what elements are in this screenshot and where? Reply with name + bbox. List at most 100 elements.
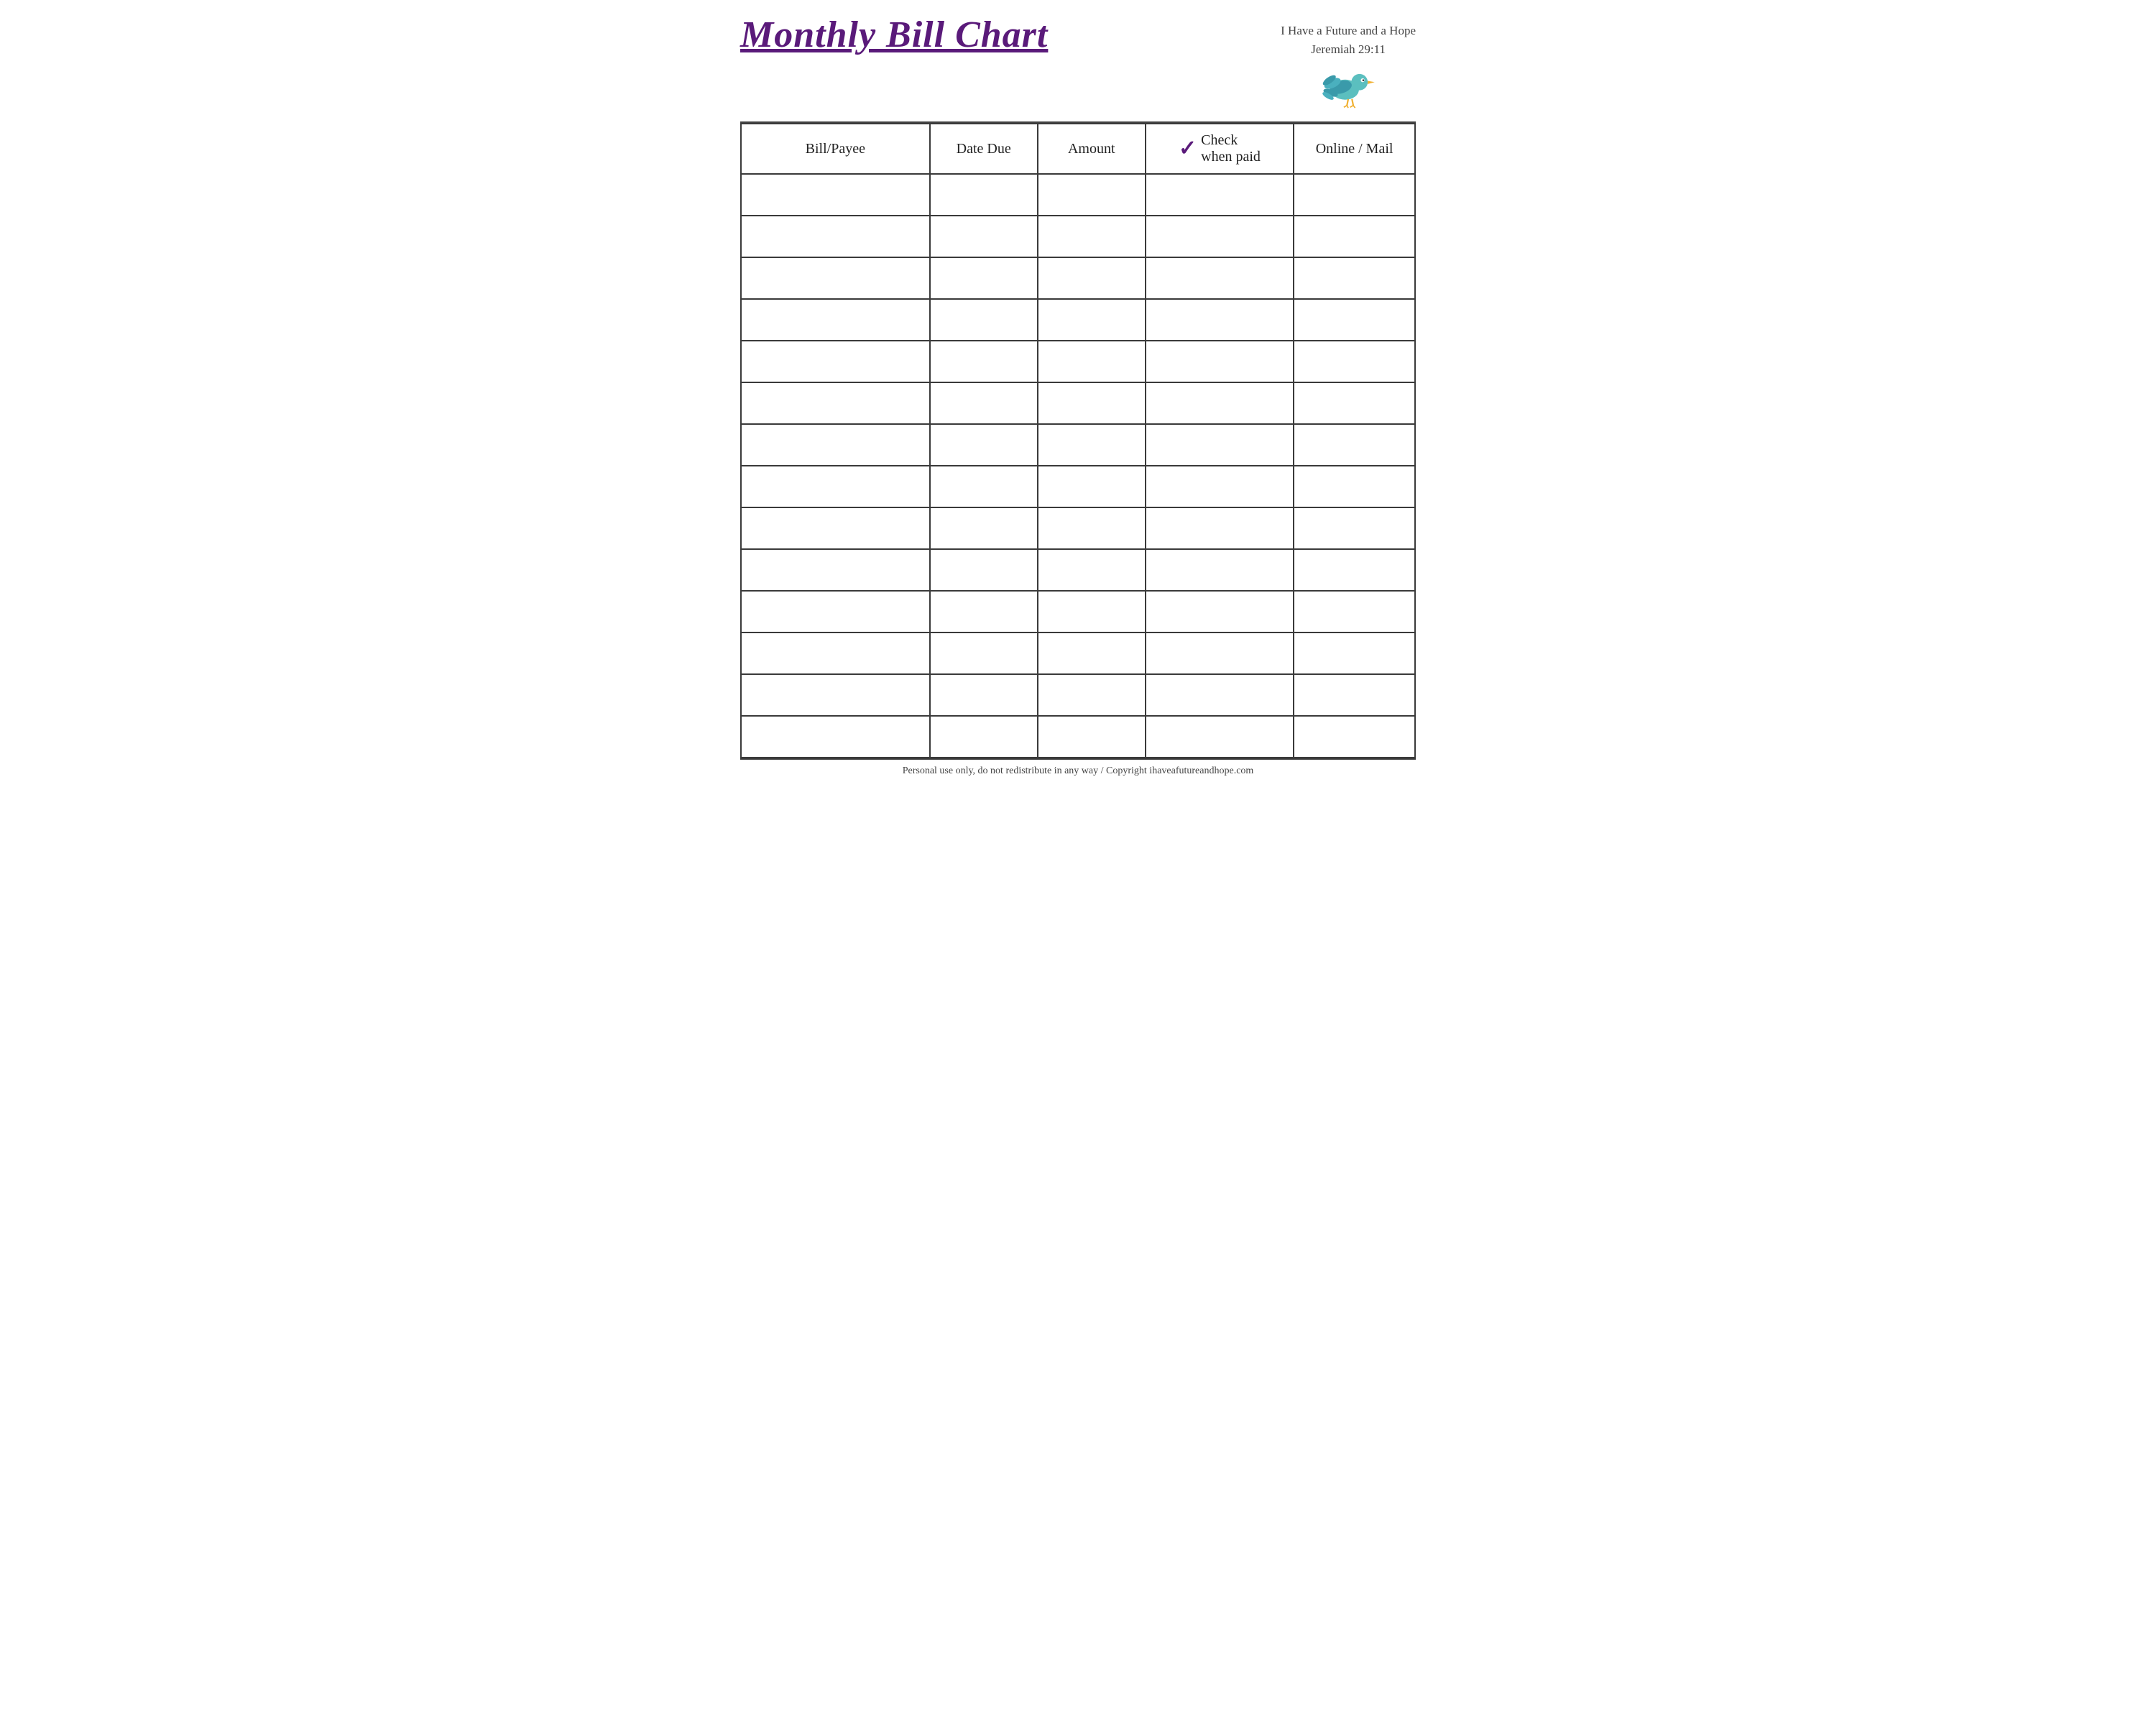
table-cell-row5-col1 [930,382,1038,424]
table-cell-row2-col3 [1146,257,1294,299]
table-row [741,674,1415,716]
table-cell-row5-col0 [741,382,930,424]
bird-icon [1316,58,1381,109]
table-cell-row4-col4 [1294,341,1415,382]
table-cell-row0-col4 [1294,174,1415,216]
table-cell-row4-col1 [930,341,1038,382]
table-cell-row8-col3 [1146,507,1294,549]
table-cell-row3-col2 [1038,299,1146,341]
page-footer: Personal use only, do not redistribute i… [740,758,1416,780]
table-cell-row5-col3 [1146,382,1294,424]
table-cell-row6-col0 [741,424,930,466]
table-cell-row7-col3 [1146,466,1294,507]
table-cell-row13-col0 [741,716,930,758]
table-cell-row12-col1 [930,674,1038,716]
table-cell-row13-col1 [930,716,1038,758]
check-line2: when paid [1201,149,1261,165]
table-row [741,341,1415,382]
table-cell-row10-col3 [1146,591,1294,632]
table-cell-row2-col2 [1038,257,1146,299]
table-cell-row0-col2 [1038,174,1146,216]
table-cell-row3-col3 [1146,299,1294,341]
table-cell-row11-col1 [930,632,1038,674]
check-header-content: ✓ Check when paid [1152,132,1287,165]
table-cell-row8-col4 [1294,507,1415,549]
check-when-paid-text: Check when paid [1201,132,1261,165]
table-cell-row9-col1 [930,549,1038,591]
table-cell-row0-col1 [930,174,1038,216]
table-header-row: Bill/Payee Date Due Amount ✓ Check when … [741,124,1415,174]
footer-text: Personal use only, do not redistribute i… [903,765,1254,776]
col-header-bill: Bill/Payee [741,124,930,174]
tagline-line1: I Have a Future and a Hope [1281,22,1416,40]
title-area: Monthly Bill Chart [740,14,1048,55]
table-cell-row12-col3 [1146,674,1294,716]
table-cell-row1-col4 [1294,216,1415,257]
table-cell-row6-col4 [1294,424,1415,466]
table-cell-row6-col1 [930,424,1038,466]
page-title: Monthly Bill Chart [740,14,1048,55]
table-row [741,549,1415,591]
table-cell-row2-col4 [1294,257,1415,299]
table-row [741,382,1415,424]
table-cell-row1-col2 [1038,216,1146,257]
bill-table: Bill/Payee Date Due Amount ✓ Check when … [740,123,1416,758]
col-header-online: Online / Mail [1294,124,1415,174]
table-cell-row4-col2 [1038,341,1146,382]
table-row [741,216,1415,257]
table-cell-row3-col1 [930,299,1038,341]
checkmark-symbol: ✓ [1179,138,1197,160]
table-cell-row8-col2 [1038,507,1146,549]
table-cell-row7-col2 [1038,466,1146,507]
table-cell-row13-col2 [1038,716,1146,758]
table-cell-row4-col0 [741,341,930,382]
table-row [741,174,1415,216]
table-cell-row9-col2 [1038,549,1146,591]
table-cell-row13-col3 [1146,716,1294,758]
table-cell-row1-col3 [1146,216,1294,257]
table-cell-row0-col3 [1146,174,1294,216]
table-cell-row6-col3 [1146,424,1294,466]
table-cell-row7-col1 [930,466,1038,507]
table-cell-row11-col3 [1146,632,1294,674]
table-cell-row3-col4 [1294,299,1415,341]
table-row [741,632,1415,674]
table-cell-row8-col0 [741,507,930,549]
table-row [741,507,1415,549]
table-cell-row12-col2 [1038,674,1146,716]
table-row [741,591,1415,632]
tagline-area: I Have a Future and a Hope Jeremiah 29:1… [1281,22,1416,58]
table-cell-row10-col1 [930,591,1038,632]
table-row [741,257,1415,299]
table-cell-row2-col0 [741,257,930,299]
table-row [741,716,1415,758]
table-cell-row10-col0 [741,591,930,632]
table-cell-row7-col4 [1294,466,1415,507]
table-cell-row13-col4 [1294,716,1415,758]
table-cell-row0-col0 [741,174,930,216]
table-cell-row9-col4 [1294,549,1415,591]
table-cell-row10-col2 [1038,591,1146,632]
table-cell-row3-col0 [741,299,930,341]
table-cell-row6-col2 [1038,424,1146,466]
table-cell-row9-col0 [741,549,930,591]
table-cell-row11-col0 [741,632,930,674]
table-cell-row5-col2 [1038,382,1146,424]
page-header: Monthly Bill Chart I Have a Future and a… [740,14,1416,114]
table-cell-row11-col2 [1038,632,1146,674]
table-cell-row9-col3 [1146,549,1294,591]
table-row [741,466,1415,507]
table-cell-row12-col0 [741,674,930,716]
col-header-date: Date Due [930,124,1038,174]
table-cell-row7-col0 [741,466,930,507]
table-cell-row10-col4 [1294,591,1415,632]
table-cell-row11-col4 [1294,632,1415,674]
table-cell-row8-col1 [930,507,1038,549]
table-row [741,424,1415,466]
table-cell-row4-col3 [1146,341,1294,382]
table-cell-row5-col4 [1294,382,1415,424]
col-header-amount: Amount [1038,124,1146,174]
table-row [741,299,1415,341]
table-cell-row2-col1 [930,257,1038,299]
tagline-line2: Jeremiah 29:11 [1311,40,1386,59]
